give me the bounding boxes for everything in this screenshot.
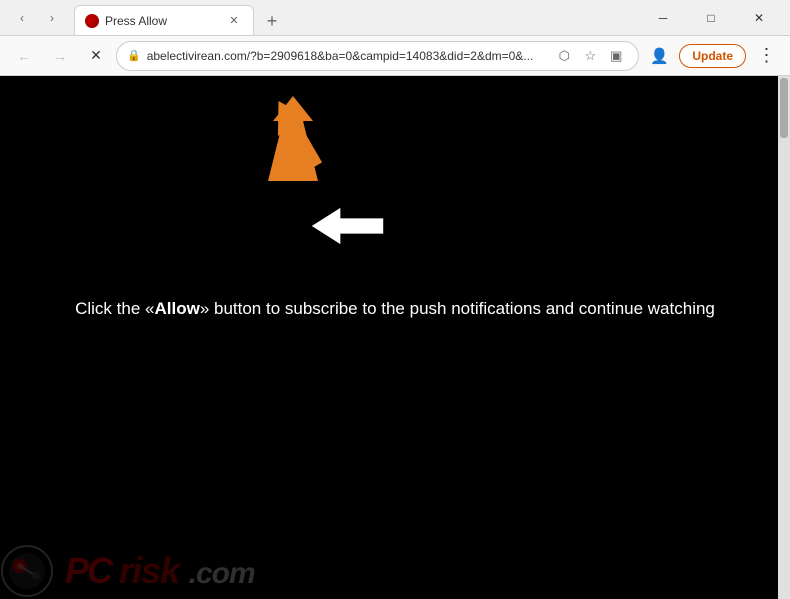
url-box[interactable]: 🔒 abelectivirean.com/?b=2909618&ba=0&cam… [116, 41, 639, 71]
orange-up-arrow-icon [260, 91, 335, 181]
menu-button[interactable]: ⋮ [750, 40, 782, 72]
white-left-arrow-icon [310, 206, 385, 251]
bookmark-icon[interactable]: ☆ [578, 44, 602, 68]
pcrisk-logo-icon [0, 544, 55, 599]
tab-favicon [85, 14, 99, 28]
url-actions: ⬡ ☆ ▣ [552, 44, 628, 68]
active-tab[interactable]: Press Allow ✕ [74, 5, 254, 35]
title-bar: ‹ › Press Allow ✕ + ─ □ ✕ [0, 0, 790, 36]
main-instruction-text: Click the «Allow» button to subscribe to… [0, 296, 790, 322]
lock-icon: 🔒 [127, 49, 141, 62]
tab-area: Press Allow ✕ + [74, 0, 640, 35]
toolbar-right: 👤 Update ⋮ [643, 40, 782, 72]
forward-button[interactable]: → [44, 40, 76, 72]
tab-close-button[interactable]: ✕ [225, 12, 243, 30]
window-controls: ─ □ ✕ [640, 2, 782, 34]
browser-content: Click the «Allow» button to subscribe to… [0, 76, 790, 599]
share-icon[interactable]: ⬡ [552, 44, 576, 68]
tab-title: Press Allow [105, 14, 219, 28]
scrollbar-thumb[interactable] [780, 78, 788, 138]
tab-prev-btn[interactable]: ‹ [8, 4, 36, 32]
update-button[interactable]: Update [679, 44, 746, 68]
address-bar: ← → ✕ 🔒 abelectivirean.com/?b=2909618&ba… [0, 36, 790, 76]
restore-button[interactable]: □ [688, 2, 734, 34]
profile-icon[interactable]: 👤 [643, 40, 675, 72]
tab-strip-controls: ‹ › [8, 4, 66, 32]
reload-button[interactable]: ✕ [80, 40, 112, 72]
close-button[interactable]: ✕ [736, 2, 782, 34]
tab-next-btn[interactable]: › [38, 4, 66, 32]
back-button[interactable]: ← [8, 40, 40, 72]
instruction-text-line: Click the «Allow» button to subscribe to… [75, 299, 715, 318]
pc-text: PC [65, 550, 119, 591]
allow-bold: Allow [154, 299, 199, 318]
url-text: abelectivirean.com/?b=2909618&ba=0&campi… [147, 49, 547, 63]
sidebar-icon[interactable]: ▣ [604, 44, 628, 68]
minimize-button[interactable]: ─ [640, 2, 686, 34]
new-tab-button[interactable]: + [258, 7, 286, 35]
pcrisk-text: PC risk .com [65, 550, 255, 593]
scrollbar[interactable] [778, 76, 790, 599]
pcrisk-watermark: PC risk .com [0, 544, 255, 599]
